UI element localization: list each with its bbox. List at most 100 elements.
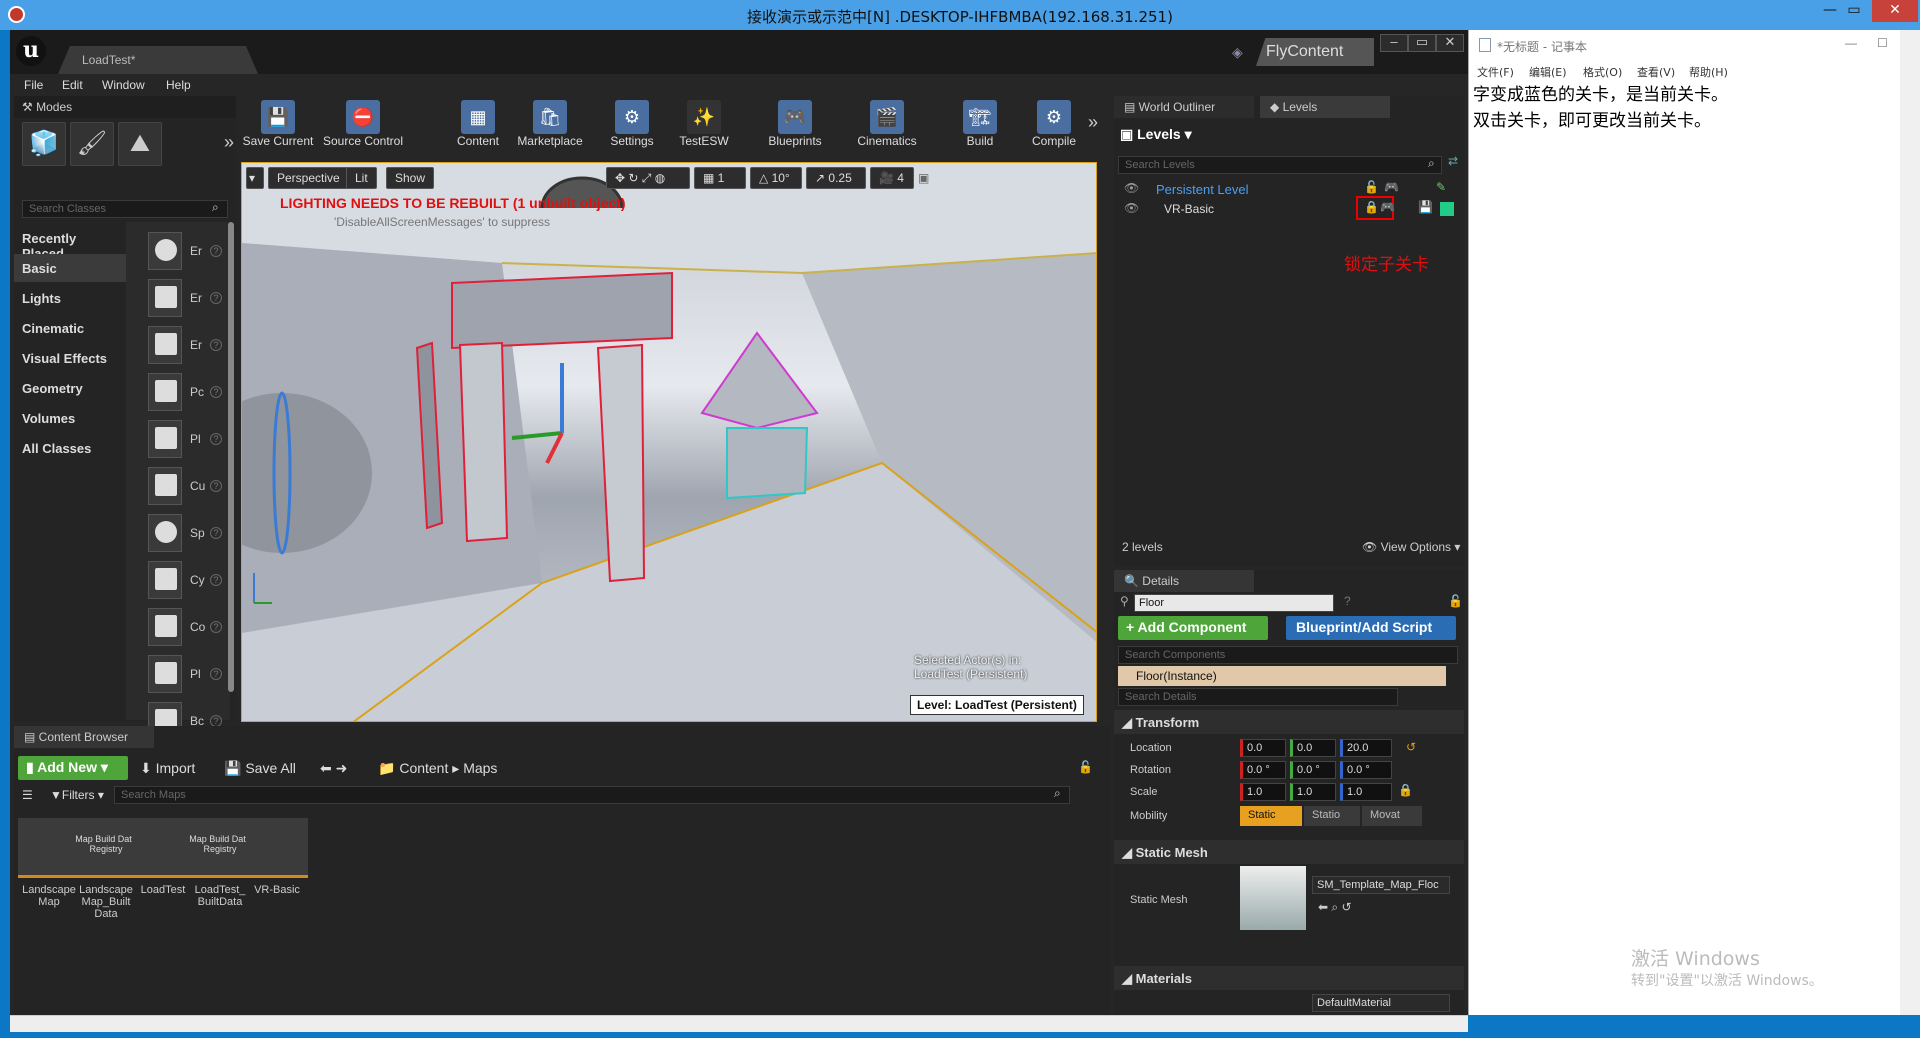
place-item-label[interactable]: Sp <box>190 526 205 540</box>
place-item-label[interactable]: Er <box>190 244 202 258</box>
content-button[interactable]: ▦ Content <box>448 98 508 152</box>
feedback-icon[interactable]: ◈ <box>1232 44 1243 61</box>
help-icon[interactable]: ? <box>210 386 222 398</box>
place-item-label[interactable]: Co <box>190 620 205 634</box>
lock-browser-icon[interactable]: 🔓 <box>1078 760 1093 774</box>
cinematics-button[interactable]: 🎬 Cinematics <box>850 98 924 152</box>
place-list-scrollbar[interactable] <box>228 222 234 692</box>
more-modes-icon[interactable]: » <box>224 132 234 153</box>
maximize-button[interactable]: ▭ <box>1834 0 1874 22</box>
close-button[interactable]: ✕ <box>1872 0 1918 22</box>
gamepad-icon[interactable]: 🎮 <box>1384 180 1399 194</box>
visibility-eye-icon[interactable]: 👁 <box>1124 201 1139 215</box>
materials-section[interactable]: ◢ Materials <box>1114 966 1464 990</box>
show-button[interactable]: Show <box>386 167 435 189</box>
help-icon[interactable]: ? <box>210 621 222 633</box>
camera-speed-button[interactable]: 🎥 4 <box>870 167 914 189</box>
viewport-options-icon[interactable]: ▾ <box>246 167 264 189</box>
location-z-field[interactable]: 20.0 <box>1340 739 1392 757</box>
category-geometry[interactable]: Geometry <box>14 374 126 402</box>
reset-location-icon[interactable]: ↺ <box>1406 740 1416 754</box>
category-all-classes[interactable]: All Classes <box>14 434 126 462</box>
place-item-label[interactable]: Er <box>190 338 202 352</box>
place-item-label[interactable]: Pc <box>190 385 204 399</box>
notepad-text-area[interactable]: 字变成蓝色的关卡，是当前关卡。 双击关卡，即可更改当前关卡。 <box>1473 82 1893 134</box>
notepad-menu-view[interactable]: 查看(V) <box>1637 64 1675 80</box>
search-components-input[interactable]: Search Components <box>1118 646 1458 664</box>
help-icon[interactable]: ? <box>1344 594 1351 608</box>
static-mesh-section[interactable]: ◢ Static Mesh <box>1114 840 1464 864</box>
tab-content-browser[interactable]: ▤ Content Browser <box>14 726 154 748</box>
search-levels-input[interactable]: Search Levels <box>1118 156 1442 174</box>
place-item-label[interactable]: Cu <box>190 479 205 493</box>
place-item-icon[interactable] <box>148 608 182 646</box>
help-icon[interactable]: ? <box>210 292 222 304</box>
search-details-input[interactable]: Search Details <box>1118 688 1398 706</box>
place-item-icon[interactable] <box>148 467 182 505</box>
help-icon[interactable]: ? <box>210 245 222 257</box>
rotation-x-field[interactable]: 0.0 ° <box>1240 761 1286 779</box>
scale-z-field[interactable]: 1.0 <box>1340 783 1392 801</box>
mobility-movable-button[interactable]: Movat <box>1362 806 1422 826</box>
search-classes-input[interactable]: Search Classes <box>22 200 228 218</box>
perspective-button[interactable]: Perspective <box>268 167 349 189</box>
marketplace-button[interactable]: 🛍 Marketplace <box>512 98 588 152</box>
mobility-stationary-button[interactable]: Statio <box>1304 806 1360 826</box>
level-tab[interactable]: LoadTest* <box>58 46 258 74</box>
place-item-icon[interactable] <box>148 514 182 552</box>
notepad-menu-help[interactable]: 帮助(H) <box>1689 64 1728 80</box>
levels-menu-button[interactable]: ▣ Levels ▾ <box>1120 126 1192 143</box>
landscape-mode-icon[interactable]: ⛰ <box>118 122 162 166</box>
place-item-icon[interactable] <box>148 373 182 411</box>
transform-tools-icon[interactable]: ✥ ↻ ⤢ ◍ <box>606 167 690 189</box>
place-item-icon[interactable] <box>148 279 182 317</box>
static-mesh-dropdown[interactable]: SM_Template_Map_Floc <box>1312 876 1450 894</box>
vertical-scrollbar[interactable] <box>1900 30 1920 1015</box>
build-button[interactable]: 🏗 Build <box>950 98 1010 152</box>
rotation-z-field[interactable]: 0.0 ° <box>1340 761 1392 779</box>
scale-y-field[interactable]: 1.0 <box>1290 783 1336 801</box>
breadcrumb-content[interactable]: Content <box>399 760 448 776</box>
menu-edit[interactable]: Edit <box>62 78 83 92</box>
breadcrumb-maps[interactable]: Maps <box>463 760 497 776</box>
save-level-icon[interactable]: 💾 <box>1418 200 1433 214</box>
notepad-maximize-button[interactable]: ☐ <box>1877 36 1888 50</box>
notepad-menu-edit[interactable]: 编辑(E) <box>1529 64 1567 80</box>
place-item-label[interactable]: Cy <box>190 573 205 587</box>
category-cinematic[interactable]: Cinematic <box>14 314 126 342</box>
view-options-button[interactable]: 👁 View Options ▾ <box>1362 540 1460 554</box>
menu-help[interactable]: Help <box>166 78 191 92</box>
add-level-icon[interactable]: ⇄ <box>1448 154 1458 168</box>
level-color-swatch[interactable] <box>1440 202 1454 216</box>
help-icon[interactable]: ? <box>210 574 222 586</box>
rotation-y-field[interactable]: 0.0 ° <box>1290 761 1336 779</box>
blueprint-add-script-button[interactable]: Blueprint/Add Script <box>1286 616 1456 640</box>
settings-button[interactable]: ⚙ Settings <box>602 98 662 152</box>
help-icon[interactable]: ? <box>210 527 222 539</box>
gamepad-icon[interactable]: 🎮 <box>1380 200 1395 214</box>
help-icon[interactable]: ? <box>210 668 222 680</box>
location-y-field[interactable]: 0.0 <box>1290 739 1336 757</box>
place-item-icon[interactable] <box>148 561 182 599</box>
more-toolbar-icon[interactable]: » <box>1088 112 1098 133</box>
save-all-button[interactable]: 💾 Save All <box>224 760 296 777</box>
transform-section[interactable]: ◢ Transform <box>1114 710 1464 734</box>
place-item-icon[interactable] <box>148 420 182 458</box>
actor-name-field[interactable]: Floor <box>1134 594 1334 612</box>
tab-world-outliner[interactable]: ▤ World Outliner <box>1114 96 1254 118</box>
blueprints-button[interactable]: 🎮 Blueprints <box>760 98 830 152</box>
mobility-static-button[interactable]: Static <box>1240 806 1302 826</box>
material-dropdown[interactable]: DefaultMaterial <box>1312 994 1450 1012</box>
lit-button[interactable]: Lit <box>346 167 377 189</box>
asset-tile[interactable]: LoadTest <box>132 818 194 896</box>
category-visual-effects[interactable]: Visual Effects <box>14 344 126 372</box>
level-row-persistent[interactable]: 👁 Persistent Level 🔓 🎮 ✎ <box>1118 180 1458 198</box>
place-item-icon[interactable] <box>148 232 182 270</box>
testesw-button[interactable]: ✨ TestESW <box>674 98 734 152</box>
search-maps-input[interactable]: Search Maps <box>114 786 1070 804</box>
paint-mode-icon[interactable]: 🖌 <box>70 122 114 166</box>
place-item-icon[interactable] <box>148 655 182 693</box>
visibility-eye-icon[interactable]: 👁 <box>1124 181 1139 195</box>
add-component-button[interactable]: + Add Component <box>1118 616 1268 640</box>
help-icon[interactable]: ? <box>210 339 222 351</box>
